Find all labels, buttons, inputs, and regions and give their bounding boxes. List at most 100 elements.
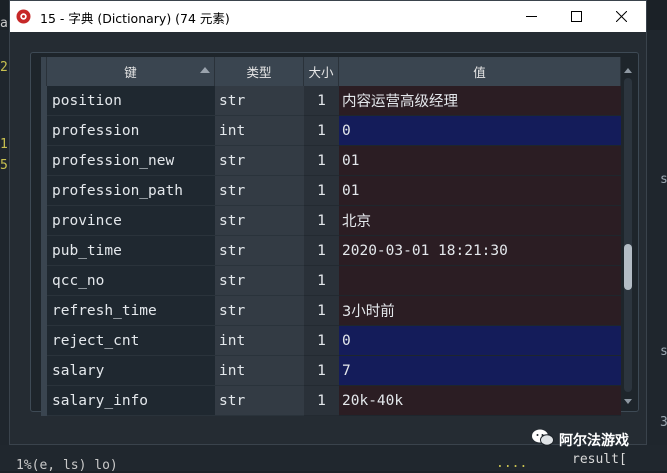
key-cell[interactable]: salary_info	[47, 386, 215, 416]
sort-ascending-icon	[200, 67, 210, 73]
value-cell[interactable]: 01	[339, 146, 621, 176]
size-cell[interactable]: 1	[304, 356, 339, 386]
key-cell[interactable]: refresh_time	[47, 296, 215, 326]
key-cell[interactable]: pub_time	[47, 236, 215, 266]
value-cell[interactable]: 北京	[339, 206, 621, 236]
scroll-down-arrow-icon[interactable]	[624, 399, 632, 404]
size-cell[interactable]: 1	[304, 386, 339, 416]
value-text: 01	[342, 152, 360, 169]
table-row[interactable]: profession int 1 0	[41, 116, 621, 146]
size-cell[interactable]: 1	[304, 296, 339, 326]
column-header-value-label: 值	[473, 65, 486, 80]
window-titlebar[interactable]: 15 - 字典 (Dictionary) (74 元素)	[10, 1, 646, 32]
type-cell[interactable]: str	[215, 386, 304, 416]
size-cell[interactable]: 1	[304, 326, 339, 356]
table-row[interactable]: profession_new str 1 01	[41, 146, 621, 176]
value-text: 01	[342, 182, 360, 199]
bg-fragment: s	[660, 344, 667, 359]
type-cell[interactable]: int	[215, 116, 304, 146]
spyder-icon	[16, 9, 31, 24]
value-cell[interactable]: 2020-03-01 18:21:30	[339, 236, 621, 266]
value-cell[interactable]: 01	[339, 176, 621, 206]
value-cell[interactable]: 0	[339, 326, 621, 356]
value-text: 内容运营高级经理	[342, 94, 458, 110]
type-cell[interactable]: str	[215, 206, 304, 236]
key-cell[interactable]: position	[47, 86, 215, 116]
column-header-type-label: 类型	[246, 65, 272, 80]
watermark: 阿尔法游戏	[531, 428, 629, 452]
value-text: 北京	[342, 214, 371, 230]
key-cell[interactable]: salary	[47, 356, 215, 386]
size-cell[interactable]: 1	[304, 116, 339, 146]
size-cell[interactable]: 1	[304, 176, 339, 206]
table-row[interactable]: salary int 1 7	[41, 356, 621, 386]
value-text: 7	[342, 362, 351, 379]
column-header-size[interactable]: 大小	[304, 57, 339, 86]
wechat-icon	[531, 428, 555, 452]
table-row[interactable]: pub_time str 1 2020-03-01 18:21:30	[41, 236, 621, 266]
type-cell[interactable]: int	[215, 326, 304, 356]
value-cell[interactable]: 0	[339, 116, 621, 146]
maximize-button[interactable]	[554, 1, 599, 32]
close-icon	[616, 11, 627, 22]
bg-fragment: ....	[496, 456, 528, 471]
table-row[interactable]: profession_path str 1 01	[41, 176, 621, 206]
table-row[interactable]: qcc_no str 1	[41, 266, 621, 296]
key-cell[interactable]: province	[47, 206, 215, 236]
type-cell[interactable]: str	[215, 176, 304, 206]
window-title: 15 - 字典 (Dictionary) (74 元素)	[40, 11, 230, 26]
column-header-type[interactable]: 类型	[215, 57, 304, 86]
scrollbar-track[interactable]	[624, 78, 632, 392]
type-cell[interactable]: str	[215, 296, 304, 326]
minimize-button[interactable]	[509, 1, 554, 32]
type-cell[interactable]: str	[215, 86, 304, 116]
value-cell[interactable]: 3小时前	[339, 296, 621, 326]
bg-fragment: s	[660, 172, 667, 187]
key-cell[interactable]: reject_cnt	[47, 326, 215, 356]
type-cell[interactable]: str	[215, 266, 304, 296]
bg-fragment: 1	[0, 137, 8, 152]
vertical-scrollbar[interactable]	[621, 66, 635, 407]
key-cell[interactable]: profession	[47, 116, 215, 146]
bg-fragment: 5	[0, 158, 8, 173]
value-text: 0	[342, 122, 351, 139]
size-cell[interactable]: 1	[304, 236, 339, 266]
bg-fragment: 3	[660, 415, 667, 430]
column-header-key-label: 键	[124, 65, 137, 80]
table-row[interactable]: refresh_time str 1 3小时前	[41, 296, 621, 326]
key-cell[interactable]: profession_new	[47, 146, 215, 176]
watermark-text: 阿尔法游戏	[559, 433, 629, 449]
key-cell[interactable]: profession_path	[47, 176, 215, 206]
bg-fragment: 2	[0, 60, 8, 75]
table-row[interactable]: salary_info str 1 20k-40k	[41, 386, 621, 416]
size-cell[interactable]: 1	[304, 206, 339, 236]
type-cell[interactable]: int	[215, 356, 304, 386]
value-cell[interactable]: 内容运营高级经理	[339, 86, 621, 116]
type-cell[interactable]: str	[215, 146, 304, 176]
background-editor-right	[647, 30, 667, 471]
key-cell[interactable]: qcc_no	[47, 266, 215, 296]
bg-fragment: a	[0, 16, 8, 31]
value-text: 0	[342, 332, 351, 349]
type-cell[interactable]: str	[215, 236, 304, 266]
table-row[interactable]: province str 1 北京	[41, 206, 621, 236]
table-row[interactable]: position str 1 内容运营高级经理	[41, 86, 621, 116]
value-text: 20k-40k	[342, 392, 404, 409]
value-cell[interactable]: 7	[339, 356, 621, 386]
table-row[interactable]: reject_cnt int 1 0	[41, 326, 621, 356]
background-editor-left	[0, 30, 9, 471]
value-text: 2020-03-01 18:21:30	[342, 242, 508, 259]
value-text: 3小时前	[342, 304, 395, 320]
size-cell[interactable]: 1	[304, 86, 339, 116]
size-cell[interactable]: 1	[304, 146, 339, 176]
close-button[interactable]	[599, 1, 644, 32]
value-cell[interactable]	[339, 266, 621, 296]
bg-fragment: result[	[572, 452, 627, 467]
column-header-value[interactable]: 值	[339, 57, 621, 86]
scroll-up-arrow-icon[interactable]	[624, 68, 632, 73]
dictionary-viewer-window: 15 - 字典 (Dictionary) (74 元素) 键 类型 大小 值 p…	[9, 0, 647, 445]
size-cell[interactable]: 1	[304, 266, 339, 296]
column-header-key[interactable]: 键	[47, 57, 215, 86]
value-cell[interactable]: 20k-40k	[339, 386, 621, 416]
scrollbar-thumb[interactable]	[624, 244, 632, 291]
